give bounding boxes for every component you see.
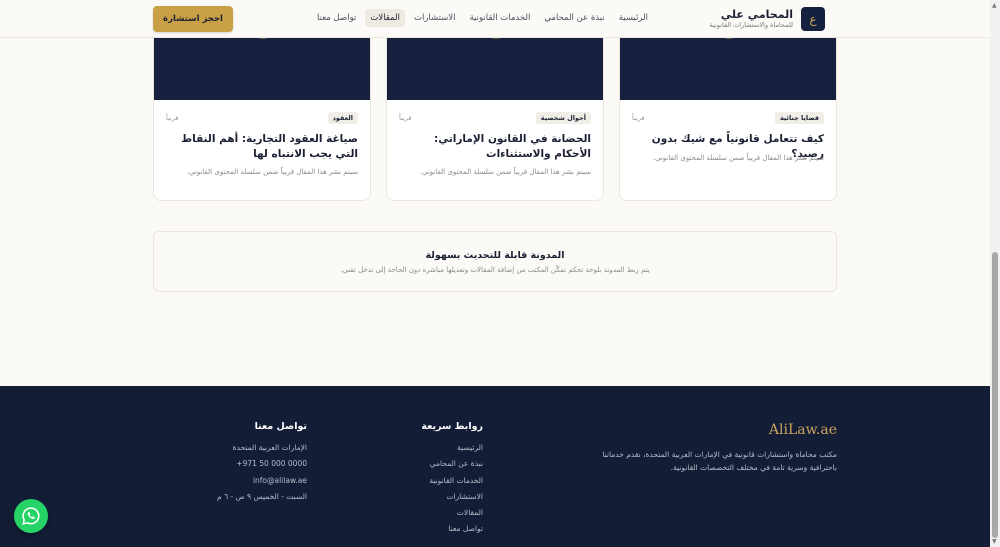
footer-link-about[interactable]: نبذة عن المحامي <box>421 456 483 472</box>
scroll-up-arrow-icon[interactable]: ▲ <box>992 2 997 9</box>
site-header: ع المحامي علي للمحاماة والاستشارات القان… <box>0 0 990 38</box>
contact-hours: السبت - الخميس ٩ ص - ٦ م <box>217 491 307 501</box>
whatsapp-button[interactable] <box>14 499 48 533</box>
coming-soon-label: قريباً <box>166 114 179 122</box>
nav-item-about[interactable]: نبذة عن المحامي <box>539 9 609 27</box>
category-badge: العقود <box>327 112 358 124</box>
footer-link-articles[interactable]: المقالات <box>421 505 483 521</box>
nav-item-articles[interactable]: المقالات <box>365 9 405 27</box>
brand[interactable]: ع المحامي علي للمحاماة والاستشارات القان… <box>710 7 825 31</box>
contact-title: تواصل معنا <box>254 421 307 432</box>
category-badge: أحوال شخصية <box>535 112 591 124</box>
article-description: سيتم نشر هذا المقال قريباً ضمن سلسلة الم… <box>652 154 824 162</box>
contact-email[interactable]: info@alilaw.ae <box>217 473 307 489</box>
category-badge: قضايا جنائية <box>774 112 824 124</box>
article-title[interactable]: صياغة العقود التجارية: أهم النقاط التي ي… <box>166 132 358 162</box>
site-footer: AliLaw.ae مكتب محاماة واستشارات قانونية … <box>0 386 990 547</box>
footer-link-consultations[interactable]: الاستشارات <box>421 489 483 505</box>
quick-links-title: روابط سريعة <box>421 421 483 432</box>
brand-name: المحامي علي <box>720 8 793 21</box>
blog-notice: المدونة قابلة للتحديث بسهولة يتم ربط الم… <box>153 231 837 292</box>
coming-soon-label: قريباً <box>632 114 645 122</box>
footer-about: AliLaw.ae مكتب محاماة واستشارات قانونية … <box>577 422 837 474</box>
coming-soon-label: قريباً <box>399 114 412 122</box>
notice-text: يتم ربط المدونة بلوحة تحكم تمكّن المكتب … <box>340 266 650 274</box>
whatsapp-icon <box>22 507 40 525</box>
footer-link-services[interactable]: الخدمات القانونية <box>421 473 483 489</box>
footer-quick-links: روابط سريعة الرئيسية نبذة عن المحامي الخ… <box>421 421 483 538</box>
nav-item-services[interactable]: الخدمات القانونية <box>465 9 536 27</box>
footer-about-text: مكتب محاماة واستشارات قانونية في الإمارا… <box>602 450 837 472</box>
article-description: سيتم نشر هذا المقال قريباً ضمن سلسلة الم… <box>186 168 358 176</box>
brand-logo: ع <box>801 7 825 31</box>
notice-title: المدونة قابلة للتحديث بسهولة <box>425 250 565 261</box>
nav-item-consultations[interactable]: الاستشارات <box>409 9 461 27</box>
footer-contact: تواصل معنا الإمارات العربية المتحدة +971… <box>217 421 307 505</box>
nav-item-home[interactable]: الرئيسية <box>614 9 653 27</box>
footer-link-home[interactable]: الرئيسية <box>421 440 483 456</box>
footer-logo[interactable]: AliLaw.ae <box>577 422 837 438</box>
scroll-down-arrow-icon[interactable]: ▼ <box>992 538 997 545</box>
brand-subtitle: للمحاماة والاستشارات القانونية <box>709 21 793 29</box>
article-title[interactable]: الحضانة في القانون الإماراتي: الأحكام وا… <box>399 132 591 162</box>
article-description: سيتم نشر هذا المقال قريباً ضمن سلسلة الم… <box>419 168 591 176</box>
main-nav: الرئيسية نبذة عن المحامي الخدمات القانون… <box>312 9 653 27</box>
page-scrollbar[interactable]: ▲ ▼ <box>990 0 1000 547</box>
contact-location: الإمارات العربية المتحدة <box>232 443 307 452</box>
contact-phone[interactable]: +971 50 000 0000 <box>217 456 307 472</box>
scroll-thumb[interactable] <box>992 252 998 538</box>
book-consultation-button[interactable]: احجز استشارة <box>153 6 233 32</box>
footer-link-contact[interactable]: تواصل معنا <box>421 521 483 537</box>
nav-item-contact[interactable]: تواصل معنا <box>312 9 361 27</box>
